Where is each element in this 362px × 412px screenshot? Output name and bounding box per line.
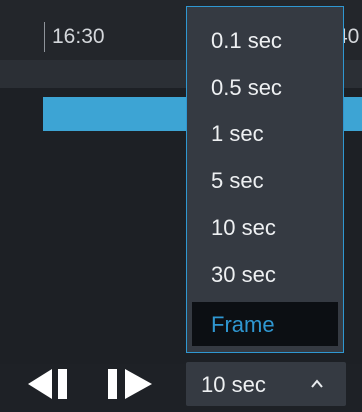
timeline-tick [44,22,45,52]
interval-dropdown-menu: 0.1 sec 0.5 sec 1 sec 5 sec 10 sec 30 se… [186,6,344,353]
interval-option-label: 1 sec [211,121,264,146]
interval-option-label: 0.5 sec [211,75,282,100]
timeline-time-label: 16:30 [52,25,105,48]
interval-option-0-5-sec[interactable]: 0.5 sec [192,65,338,109]
step-back-button[interactable] [28,364,74,404]
interval-option-10-sec[interactable]: 10 sec [192,205,338,249]
chevron-up-icon [311,379,323,388]
interval-option-label: 30 sec [211,262,276,287]
step-forward-icon [108,369,152,399]
interval-option-label: 10 sec [211,215,276,240]
step-forward-button[interactable] [105,364,155,404]
interval-option-label: 0.1 sec [211,28,282,53]
interval-select[interactable]: 10 sec [186,362,346,406]
interval-option-label: Frame [211,312,275,337]
interval-option-30-sec[interactable]: 30 sec [192,252,338,296]
interval-option-frame[interactable]: Frame [192,302,338,346]
step-back-icon [28,369,67,399]
interval-option-label: 5 sec [211,168,264,193]
interval-option-0-1-sec[interactable]: 0.1 sec [192,18,338,62]
interval-select-value: 10 sec [201,372,266,397]
interval-option-1-sec[interactable]: 1 sec [192,111,338,155]
interval-option-5-sec[interactable]: 5 sec [192,158,338,202]
